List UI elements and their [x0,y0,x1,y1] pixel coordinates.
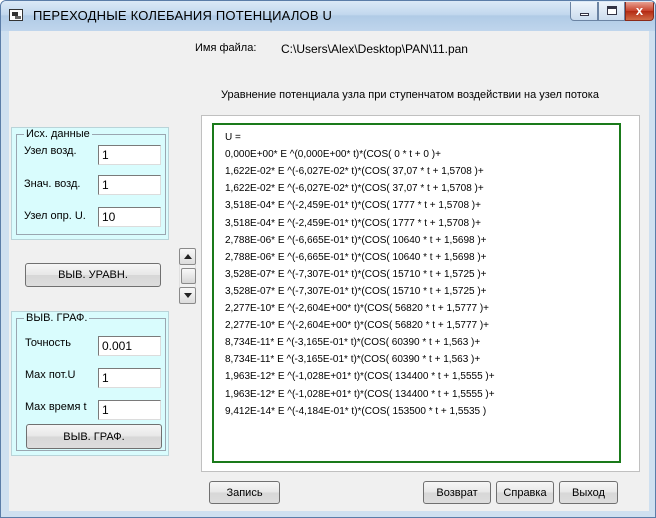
equation-line: 1,622E-02* E ^(-6,027E-02* t)*(COS( 37,0… [225,166,484,178]
equation-line: 1,622E-02* E ^(-6,027E-02* t)*(COS( 37,0… [225,183,484,195]
equation-display: U = 0,000E+00* E ^(0,000E+00* t)*(COS( 0 … [201,115,640,472]
max-potential-input[interactable]: 1 [98,368,161,388]
equation-frame: U = 0,000E+00* E ^(0,000E+00* t)*(COS( 0 … [212,123,621,463]
impact-node-label: Узел возд. [24,145,77,157]
title-bar[interactable]: ПЕРЕХОДНЫЕ КОЛЕБАНИЯ ПОТЕНЦИАЛОВ U x [1,1,655,31]
max-time-input[interactable]: 1 [98,400,161,420]
equation-line: 2,788E-06* E ^(-6,665E-01* t)*(COS( 1064… [225,234,487,246]
target-node-input[interactable]: 10 [98,207,161,227]
impact-value-input[interactable]: 1 [98,175,161,195]
scroll-down-icon[interactable] [179,287,196,304]
equation-line: 1,963E-12* E ^(-1,028E+01* t)*(COS( 1344… [225,371,495,383]
equation-line: 9,412E-14* E ^(-4,184E-01* t)*(COS( 1535… [225,405,487,417]
output-equation-button[interactable]: ВЫВ. УРАВН. [25,263,161,287]
back-button[interactable]: Возврат [423,481,491,504]
impact-node-input[interactable]: 1 [98,145,161,165]
app-icon[interactable] [9,9,23,21]
equation-line: 3,518E-04* E ^(-2,459E-01* t)*(COS( 1777… [225,217,481,229]
exit-button[interactable]: Выход [559,481,618,504]
equation-line: 0,000E+00* E ^(0,000E+00* t)*(COS( 0 * t… [225,149,441,161]
help-button[interactable]: Справка [496,481,554,504]
file-name-label: Имя файла: [195,42,257,54]
equation-line: 2,277E-10* E ^(-2,604E+00* t)*(COS( 5682… [225,303,490,314]
input-data-legend: Исх. данные [24,128,92,140]
graph-output-legend: ВЫВ. ГРАФ. [24,312,90,324]
equation-line: 8,734E-11* E ^(-3,165E-01* t)*(COS( 6039… [225,354,481,366]
save-button[interactable]: Запись [209,481,280,504]
minimize-button[interactable] [570,2,598,21]
close-icon: x [635,3,644,18]
equation-line: 1,963E-12* E ^(-1,028E+01* t)*(COS( 1344… [225,388,495,400]
target-node-label: Узел опр. U. [24,210,86,222]
scroll-track[interactable] [179,265,196,287]
scroll-thumb[interactable] [181,268,196,284]
scroll-up-icon[interactable] [179,248,196,265]
max-time-label: Max время t [25,401,87,413]
output-graph-button[interactable]: ВЫВ. ГРАФ. [26,424,162,449]
precision-label: Точность [25,337,71,349]
equation-header: Уравнение потенциала узла при ступенчато… [221,89,599,101]
graph-output-panel: ВЫВ. ГРАФ. Точность 0.001 Max пот.U 1 Ma… [11,311,169,456]
equation-line: 3,518E-04* E ^(-2,459E-01* t)*(COS( 1777… [225,200,481,212]
client-area: Имя файла: C:\Users\Alex\Desktop\PAN\11.… [9,31,649,511]
equation-line: 2,277E-10* E ^(-2,604E+00* t)*(COS( 5682… [225,320,490,332]
equation-line: U = [225,132,241,143]
equation-line: 3,528E-07* E ^(-7,307E-01* t)*(COS( 1571… [225,268,487,280]
impact-value-label: Знач. возд. [24,178,81,190]
precision-input[interactable]: 0.001 [98,336,161,356]
application-window: ПЕРЕХОДНЫЕ КОЛЕБАНИЯ ПОТЕНЦИАЛОВ U x Имя… [0,0,656,518]
window-title: ПЕРЕХОДНЫЕ КОЛЕБАНИЯ ПОТЕНЦИАЛОВ U [33,8,333,23]
equation-line: 2,788E-06* E ^(-6,665E-01* t)*(COS( 1064… [225,251,487,263]
file-path: C:\Users\Alex\Desktop\PAN\11.pan [281,42,468,56]
input-data-panel: Исх. данные Узел возд. 1 Знач. возд. 1 У… [11,127,169,240]
vertical-spin-scroll[interactable] [179,248,196,304]
maximize-button[interactable] [598,2,625,21]
max-potential-label: Max пот.U [25,369,76,381]
equation-line: 3,528E-07* E ^(-7,307E-01* t)*(COS( 1571… [225,285,487,297]
equation-line: 8,734E-11* E ^(-3,165E-01* t)*(COS( 6039… [225,337,481,349]
close-button[interactable]: x [625,2,654,21]
